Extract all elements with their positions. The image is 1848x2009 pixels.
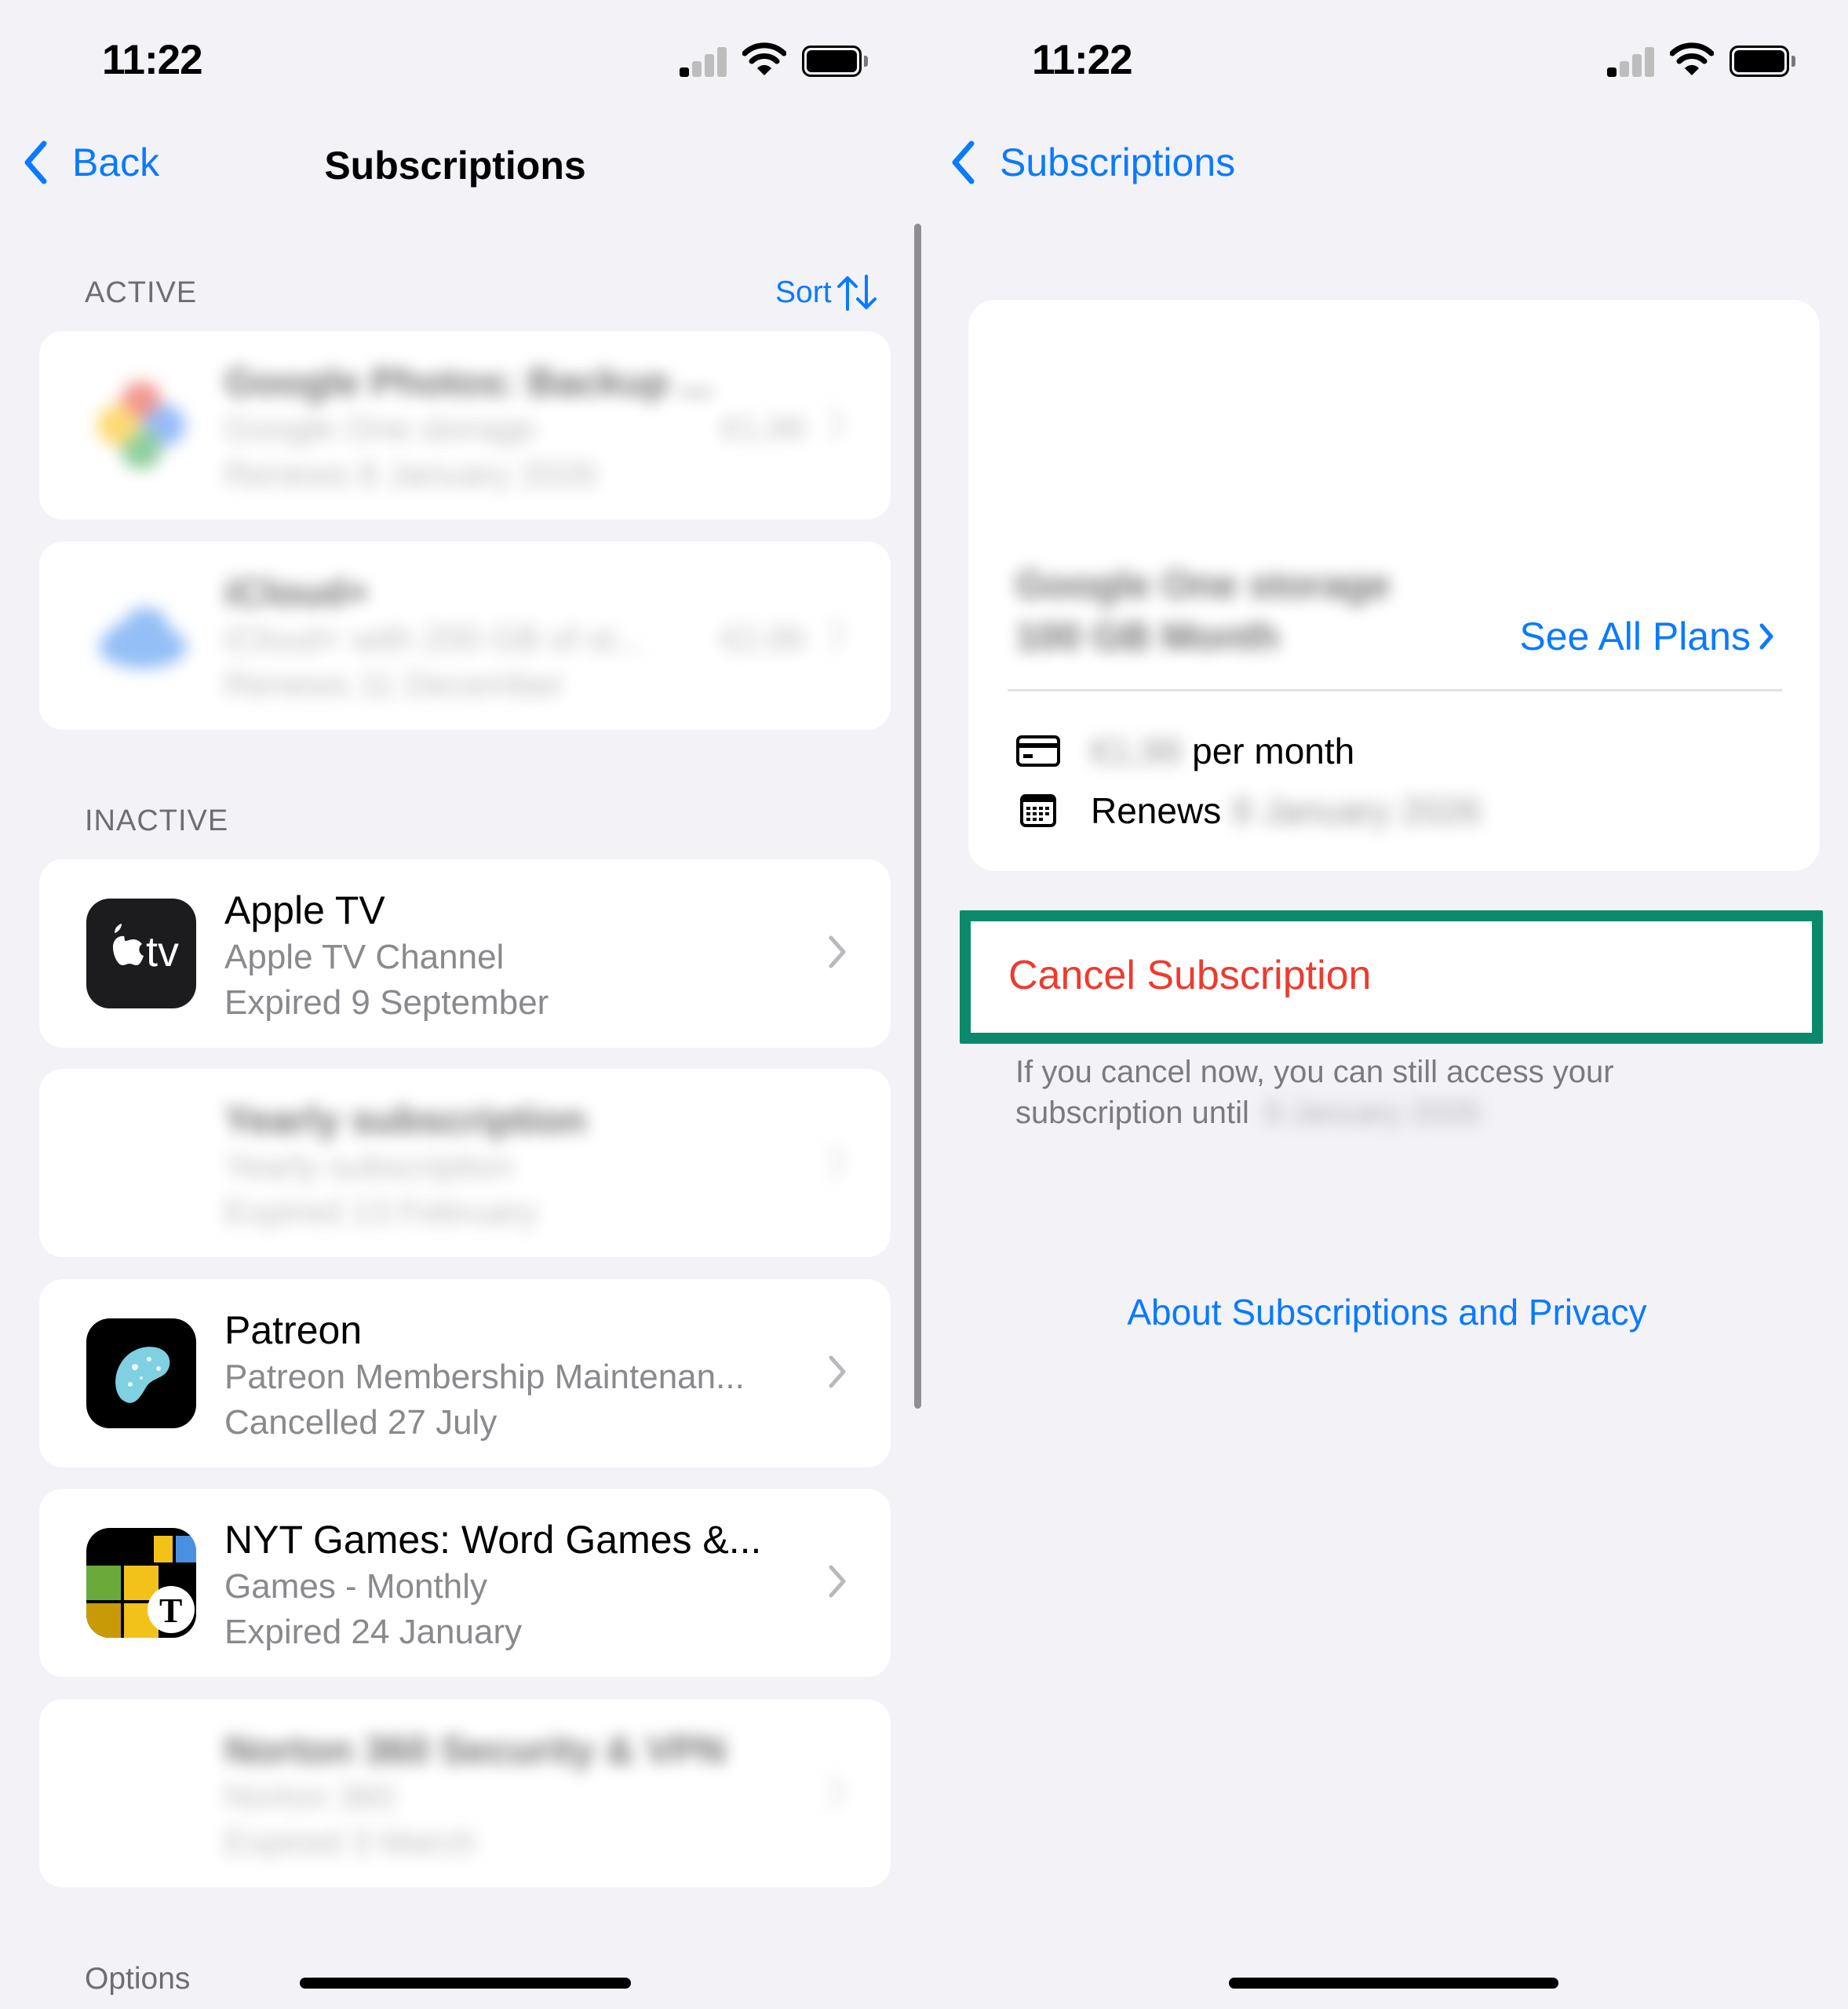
cancel-until-date: 8 January 2026 [1264,1096,1481,1130]
chevron-right-icon [829,1565,846,1598]
row-title: Apple TV [224,888,385,932]
chevron-right-icon [829,1775,846,1808]
page-title: Subscriptions [324,144,586,188]
chevron-left-icon [952,140,975,184]
price-suffix: per month [1192,731,1355,771]
row-title: Norton 360 Security & VPN [224,1728,727,1772]
list-item-norton[interactable]: Norton 360 Security & VPN Norton 360 Exp… [39,1699,891,1887]
list-item-yearly-subscription[interactable]: Yearly subscription Yearly subscription … [39,1069,891,1257]
cellular-signal-icon [1607,46,1656,77]
list-item-active-0[interactable]: Google Photos: Backup ... Google One sto… [39,331,891,520]
sort-button[interactable]: Sort [775,275,877,311]
see-all-plans-button[interactable]: See All Plans [1519,614,1774,659]
inactive-section-header: INACTIVE [85,804,229,837]
chevron-right-icon [829,935,846,968]
list-item-apple-tv[interactable]: tv Apple TV Apple TV Channel Expired 9 S… [39,859,891,1048]
battery-icon [1730,46,1795,77]
chevron-right-icon [829,407,846,440]
calendar-icon [1020,794,1056,827]
svg-text:T: T [159,1592,182,1630]
row-title: NYT Games: Word Games &... [224,1518,762,1562]
plan-name-line-2: 100 GB Month [1015,614,1280,658]
list-item-patreon[interactable]: Patreon Patreon Membership Maintenan... … [39,1279,891,1468]
credit-card-icon [1016,735,1060,767]
apple-tv-app-icon: tv [86,899,196,1008]
options-section-header: Options [85,1962,191,1996]
battery-icon [802,46,868,77]
status-time: 11:22 [102,37,203,83]
row-status: Expired 3 March [224,1823,476,1861]
row-title: Patreon [224,1308,363,1352]
row-subtitle: Patreon Membership Maintenan... [224,1358,745,1396]
back-to-subscriptions-button[interactable]: Subscriptions [950,140,1235,185]
row-title: iCloud+ [224,571,370,614]
chevron-right-icon [1759,623,1773,650]
price-row: €1,99 per month [1015,730,1354,772]
sort-label: Sort [775,275,832,309]
row-status: Renews 8 January 2026 [224,455,597,494]
sort-arrows-icon [837,275,877,311]
row-subtitle: Yearly subscription [224,1147,513,1186]
row-subtitle: Apple TV Channel [224,938,505,976]
row-status: Renews 11 December [224,665,564,704]
row-status: Expired 13 February [224,1193,538,1231]
row-status: Cancelled 27 July [224,1403,498,1442]
nyt-games-app-icon: T [86,1528,196,1638]
status-time: 11:22 [1032,37,1133,83]
back-label: Subscriptions [1000,140,1236,184]
row-status: Expired 24 January [224,1613,523,1651]
divider [1008,689,1782,691]
list-item-active-1[interactable]: iCloud+ iCloud+ with 200 GB of st... Ren… [39,541,891,730]
renews-label: Renews [1091,790,1222,831]
home-indicator[interactable] [1229,1978,1558,1989]
row-subtitle: Norton 360 [224,1777,395,1816]
row-subtitle: Games - Monthly [224,1567,487,1606]
plan-name: Google One storage 100 GB Month [1015,559,1391,662]
google-photos-app-icon [86,370,196,480]
cellular-signal-icon [680,46,728,77]
price-amount: €1,99 [1091,731,1182,771]
plan-name-line-1: Google One storage [1015,563,1391,607]
row-price: €1,99 [721,410,804,447]
scrollbar[interactable] [914,224,921,1409]
svg-text:tv: tv [146,928,179,975]
highlight-annotation [960,910,1823,1044]
subscription-detail-screen: 11:22 Subscriptions Google One storage 1… [926,0,1848,2009]
renewal-row: Renews 8 January 2026 [1015,789,1481,832]
row-title: Google Photos: Backup ... [224,360,713,404]
list-item-nyt-games[interactable]: T NYT Games: Word Games &... Games - Mon… [39,1489,891,1677]
wifi-icon [742,42,786,75]
renews-date: 8 January 2026 [1232,790,1482,831]
chevron-right-icon [829,1145,846,1178]
chevron-right-icon [829,618,846,651]
active-section-header: ACTIVE [85,276,198,309]
cancel-note: If you cancel now, you can still access … [1015,1052,1722,1133]
patreon-app-icon [86,1318,196,1428]
row-status: Expired 9 September [224,983,549,1022]
row-title: Yearly subscription [224,1098,587,1142]
subscriptions-list-screen: 11:22 Back Subscriptions ACTIVE Sort Goo… [0,0,910,2009]
icloud-app-icon [86,581,196,691]
plan-details-card: Google One storage 100 GB Month See All … [968,300,1820,871]
wifi-icon [1670,42,1714,75]
chevron-right-icon [829,1355,846,1388]
row-price: €2,99 [721,620,804,657]
row-subtitle: Google One storage [224,410,536,448]
home-indicator[interactable] [300,1978,631,1989]
about-subscriptions-privacy-link[interactable]: About Subscriptions and Privacy [926,1291,1848,1333]
row-subtitle: iCloud+ with 200 GB of st... [224,620,644,658]
see-all-plans-label: See All Plans [1519,614,1751,658]
